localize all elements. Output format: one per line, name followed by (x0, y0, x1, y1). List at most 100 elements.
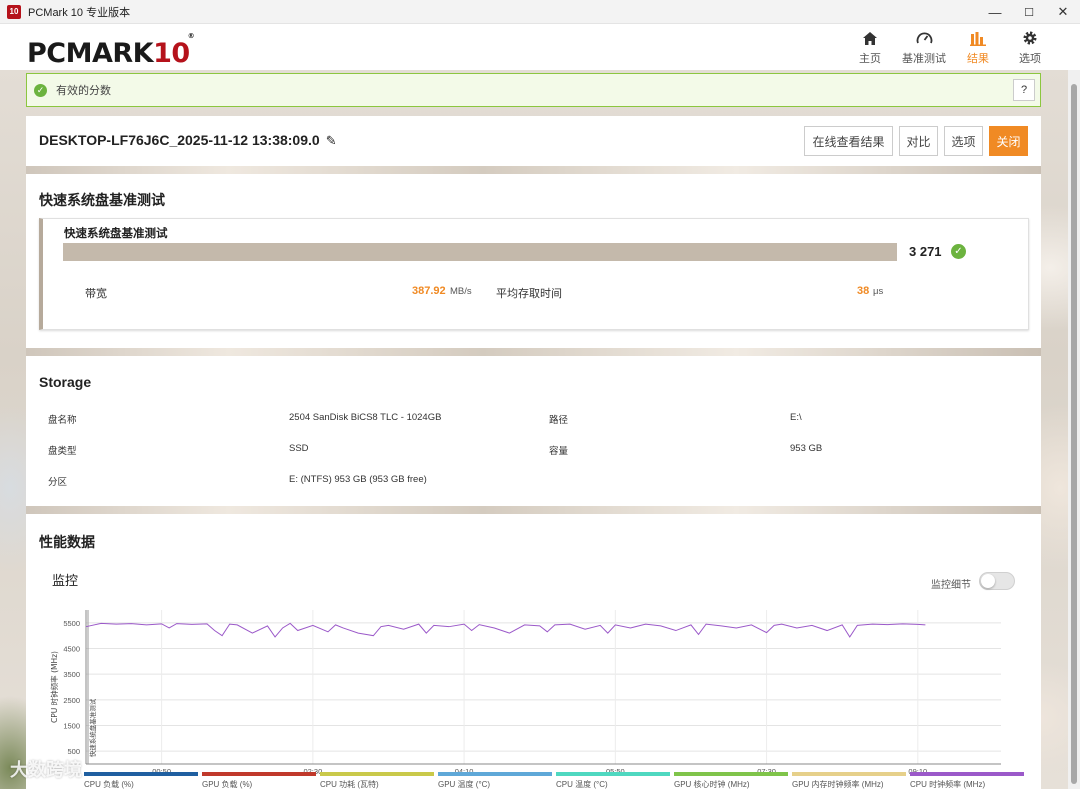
bandwidth-value: 387.92 (412, 285, 446, 297)
benchmark-score: 3 271 (909, 244, 942, 259)
legend-item[interactable]: GPU 核心时钟 (MHz) (674, 772, 792, 789)
drive-type-label: 盘类型 (48, 446, 77, 457)
legend-item[interactable]: CPU 功耗 (瓦特) (320, 772, 438, 789)
result-title: DESKTOP-LF76J6C_2025-11-12 13:38:09.0 ✎ (39, 132, 337, 149)
check-circle-icon: ✓ (951, 244, 966, 259)
y-tick-label: 5500 (63, 619, 80, 628)
nav-options[interactable]: 选项 (1004, 28, 1056, 66)
partition-value: E: (NTFS) 953 GB (953 GB free) (289, 474, 427, 485)
monitor-title: 监控 (52, 573, 79, 588)
legend-label: CPU 时钟频率 (MHz) (910, 780, 986, 789)
check-circle-icon: ✓ (34, 83, 47, 97)
legend-label: CPU 温度 (°C) (556, 780, 608, 789)
main-nav: 主页 基准测试 结果 选项 (844, 28, 1056, 66)
cpu-clock-series-line (85, 622, 926, 638)
view-online-button[interactable]: 在线查看结果 (804, 126, 893, 156)
benchmark-panel: 快速系统盘基准测试 快速系统盘基准测试 3 271 ✓ 带宽 387.92 MB… (26, 174, 1041, 348)
nav-results[interactable]: 结果 (952, 28, 1004, 66)
legend-item[interactable]: CPU 温度 (°C) (556, 772, 674, 789)
legend-swatch (438, 772, 552, 776)
legend-swatch (84, 772, 198, 776)
monitor-details-toggle[interactable] (979, 572, 1015, 590)
performance-section-title: 性能数据 (39, 534, 95, 550)
legend-item[interactable]: CPU 时钟频率 (MHz) (910, 772, 1028, 789)
valid-score-banner: ✓ 有效的分数 ? (26, 73, 1041, 107)
storage-section-title: Storage (39, 374, 92, 390)
pcmark-logo: PCMARK10® (27, 32, 195, 69)
score-bar (63, 243, 897, 261)
gear-icon (1023, 31, 1037, 45)
scrollbar-thumb[interactable] (1071, 84, 1077, 784)
y-tick-label: 1500 (63, 722, 80, 731)
nav-options-label: 选项 (1019, 53, 1041, 65)
home-icon (863, 31, 877, 45)
nav-results-label: 结果 (967, 53, 989, 65)
capacity-value: 953 GB (790, 443, 823, 454)
close-window-button[interactable]: ✕ (1046, 0, 1080, 24)
storage-panel: Storage 盘名称 2504 SanDisk BiCS8 TLC - 102… (26, 356, 1041, 506)
benchmark-marker-label: 快速系统盘基准测试 (88, 698, 97, 757)
nav-benchmarks[interactable]: 基准测试 (896, 28, 952, 66)
drive-name-label: 盘名称 (48, 415, 77, 426)
window-title: PCMark 10 专业版本 (28, 6, 131, 19)
result-title-text: DESKTOP-LF76J6C_2025-11-12 13:38:09.0 (39, 132, 320, 148)
minimize-button[interactable]: — (978, 0, 1012, 24)
y-axis-label: CPU 时钟频率 (MHz) (49, 651, 59, 723)
compare-button[interactable]: 对比 (899, 126, 938, 156)
nav-home-label: 主页 (859, 53, 881, 65)
y-tick-label: 500 (67, 747, 80, 756)
legend-swatch (556, 772, 670, 776)
bar-chart-icon (970, 31, 986, 46)
legend-label: GPU 温度 (°C) (438, 780, 491, 789)
drive-name-value: 2504 SanDisk BiCS8 TLC - 1024GB (289, 412, 442, 423)
monitor-chart: 5500450035002500150050000:50 02:30 04:10 05… (49, 610, 1001, 774)
nav-benchmarks-label: 基准测试 (902, 53, 946, 65)
options-button[interactable]: 选项 (944, 126, 983, 156)
legend-swatch (674, 772, 788, 776)
watermark: 大数跨境 (10, 760, 82, 780)
partition-label: 分区 (48, 477, 68, 488)
access-time-unit: μs (873, 286, 884, 297)
app-header: PCMARK10® 主页 基准测试 结果 选项 (0, 24, 1080, 70)
path-value: E:\ (790, 412, 802, 423)
help-button[interactable]: ? (1013, 79, 1035, 101)
vertical-scrollbar[interactable] (1068, 70, 1080, 789)
legend-label: GPU 负载 (%) (202, 780, 253, 789)
benchmark-section-title: 快速系统盘基准测试 (39, 192, 165, 208)
benchmark-card: 快速系统盘基准测试 3 271 ✓ 带宽 387.92 MB/s 平均存取时间 … (39, 218, 1029, 330)
legend-swatch (910, 772, 1024, 776)
legend-label: GPU 核心时钟 (MHz) (674, 780, 750, 789)
legend-item[interactable]: GPU 温度 (°C) (438, 772, 556, 789)
maximize-button[interactable]: ☐ (1012, 0, 1046, 24)
performance-panel: 性能数据 监控 监控细节 5500 4500 3500 2500 1500 500 00:5… (26, 514, 1041, 789)
legend-label: CPU 负载 (%) (84, 780, 134, 789)
capacity-label: 容量 (549, 446, 569, 457)
legend-swatch (202, 772, 316, 776)
banner-text: 有效的分数 (56, 85, 111, 97)
monitor-details-label: 监控细节 (931, 580, 971, 591)
nav-home[interactable]: 主页 (844, 28, 896, 66)
close-result-button[interactable]: 关闭 (989, 126, 1028, 156)
legend-label: GPU 内存时钟频率 (MHz) (792, 780, 884, 789)
y-tick-label: 2500 (63, 696, 80, 705)
gauge-icon (916, 32, 932, 43)
pencil-icon[interactable]: ✎ (326, 133, 337, 149)
chart-legend: CPU 负载 (%) GPU 负载 (%) CPU 功耗 (瓦特) GPU 温度 (°… (84, 772, 1028, 789)
benchmark-name: 快速系统盘基准测试 (64, 228, 168, 240)
bandwidth-unit: MB/s (450, 286, 472, 297)
legend-label: CPU 功耗 (瓦特) (320, 780, 379, 789)
app-icon: 10 (7, 4, 21, 19)
y-tick-label: 3500 (63, 670, 80, 679)
legend-item[interactable]: GPU 内存时钟频率 (MHz) (792, 772, 910, 789)
legend-swatch (792, 772, 906, 776)
legend-item[interactable]: CPU 负载 (%) (84, 772, 202, 789)
legend-item[interactable]: GPU 负载 (%) (202, 772, 320, 789)
result-header-panel: DESKTOP-LF76J6C_2025-11-12 13:38:09.0 ✎ 在… (26, 116, 1041, 166)
access-time-value: 38 (857, 285, 870, 297)
y-tick-label: 4500 (63, 645, 80, 654)
drive-type-value: SSD (289, 443, 309, 454)
path-label: 路径 (549, 415, 569, 426)
window-titlebar: 10 PCMark 10 专业版本 — ☐ ✕ (0, 0, 1080, 24)
access-time-label: 平均存取时间 (496, 288, 562, 300)
bandwidth-label: 带宽 (85, 288, 107, 300)
